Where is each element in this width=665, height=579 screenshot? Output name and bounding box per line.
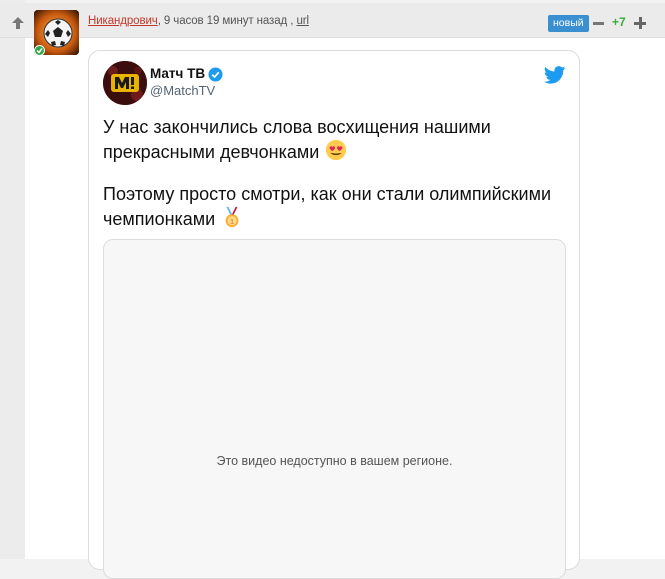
tweet-handle[interactable]: @MatchTV — [150, 83, 215, 98]
embedded-tweet[interactable]: Матч ТВ @MatchTV У нас закончились слова… — [88, 50, 580, 579]
arrow-up-icon[interactable] — [10, 15, 26, 31]
tweet-text: У нас закончились слова восхищения нашим… — [103, 116, 573, 250]
online-check-icon — [34, 45, 45, 56]
author-link[interactable]: Никандрович — [88, 15, 158, 27]
comment-rating: +7 — [612, 15, 626, 29]
tweet-paragraph-1: У нас закончились слова восхищения нашим… — [103, 116, 573, 164]
comment-time: 9 часов 19 минут назад , — [163, 15, 294, 27]
tweet-author-name[interactable]: Матч ТВ — [150, 66, 205, 81]
meta-separator: , — [157, 15, 161, 27]
plus-icon[interactable] — [634, 17, 646, 29]
tweet-paragraph-2-text: Поэтому просто смотри, как они стали оли… — [103, 184, 552, 229]
video-player[interactable]: Это видео недоступно в вашем регионе. — [103, 239, 566, 579]
verified-badge-icon — [208, 67, 223, 82]
minus-icon[interactable] — [593, 22, 604, 25]
tweet-paragraph-1-text: У нас закончились слова восхищения нашим… — [103, 117, 491, 162]
new-badge: новый — [548, 15, 589, 32]
tweet-paragraph-2: Поэтому просто смотри, как они стали оли… — [103, 183, 573, 231]
svg-text:1: 1 — [230, 217, 234, 226]
heart-eyes-emoji-icon — [326, 139, 347, 161]
tweet-avatar[interactable] — [103, 61, 147, 105]
video-unavailable-message: Это видео недоступно в вашем регионе. — [216, 454, 453, 468]
left-rail — [0, 0, 25, 559]
comment-url-link[interactable]: url — [296, 15, 309, 27]
comment-meta: Никандрович, 9 часов 19 минут назад , ur… — [88, 15, 309, 27]
comment-header: Никандрович, 9 часов 19 минут назад , ur… — [0, 3, 665, 38]
gold-medal-emoji-icon: 1 — [225, 206, 239, 228]
twitter-bird-icon[interactable] — [544, 66, 566, 84]
